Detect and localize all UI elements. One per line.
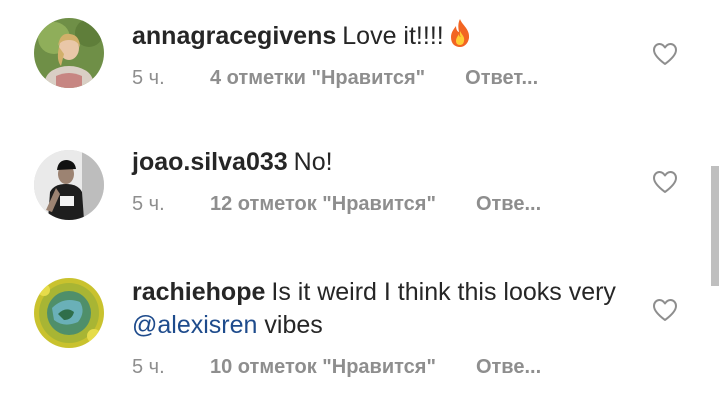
avatar[interactable] xyxy=(34,18,104,88)
comment-meta: 5 ч. 12 отметок "Нравится" Отве... xyxy=(132,191,622,217)
reply-button[interactable]: Отве... xyxy=(476,356,541,378)
comment-meta: 5 ч. 4 отметки "Нравится" Ответ... xyxy=(132,65,622,91)
reply-button[interactable]: Ответ... xyxy=(465,67,538,89)
heart-outline-icon[interactable] xyxy=(652,298,678,322)
comment-time: 5 ч. xyxy=(132,193,165,215)
comment-time: 5 ч. xyxy=(132,67,165,89)
heart-outline-icon[interactable] xyxy=(652,170,678,194)
scrollbar[interactable] xyxy=(711,166,719,286)
comment-text: joao.silva033 No! xyxy=(132,146,622,179)
heart-outline-icon[interactable] xyxy=(652,42,678,66)
comment-likes-count[interactable]: 4 отметки "Нравится" xyxy=(210,67,425,89)
comment-text: rachiehope Is it weird I think this looks… xyxy=(132,276,622,342)
comment-message: Is it weird I think this looks very xyxy=(271,278,616,306)
avatar[interactable] xyxy=(34,278,104,348)
comment-time: 5 ч. xyxy=(132,356,165,378)
comment-message: Love it!!!! xyxy=(342,22,444,50)
comment-likes-count[interactable]: 12 отметок "Нравится" xyxy=(210,193,436,215)
reply-button[interactable]: Отве... xyxy=(476,193,541,215)
comments-list: annagracegivens Love it!!!! 5 ч. 4 отметки… xyxy=(0,0,719,406)
avatar[interactable] xyxy=(34,150,104,220)
comment-message-tail: vibes xyxy=(257,311,323,339)
fire-emoji-icon xyxy=(448,18,472,48)
comment-likes-count[interactable]: 10 отметок "Нравится" xyxy=(210,356,436,378)
comment-username[interactable]: rachiehope xyxy=(132,278,265,306)
comment-message: No! xyxy=(293,148,333,176)
comment-meta: 5 ч. 10 отметок "Нравится" Отве... xyxy=(132,354,622,380)
comment-username[interactable]: joao.silva033 xyxy=(132,148,288,176)
mention-link[interactable]: @alexisren xyxy=(132,311,257,339)
comment-username[interactable]: annagracegivens xyxy=(132,22,336,50)
comment-text: annagracegivens Love it!!!! xyxy=(132,18,622,53)
